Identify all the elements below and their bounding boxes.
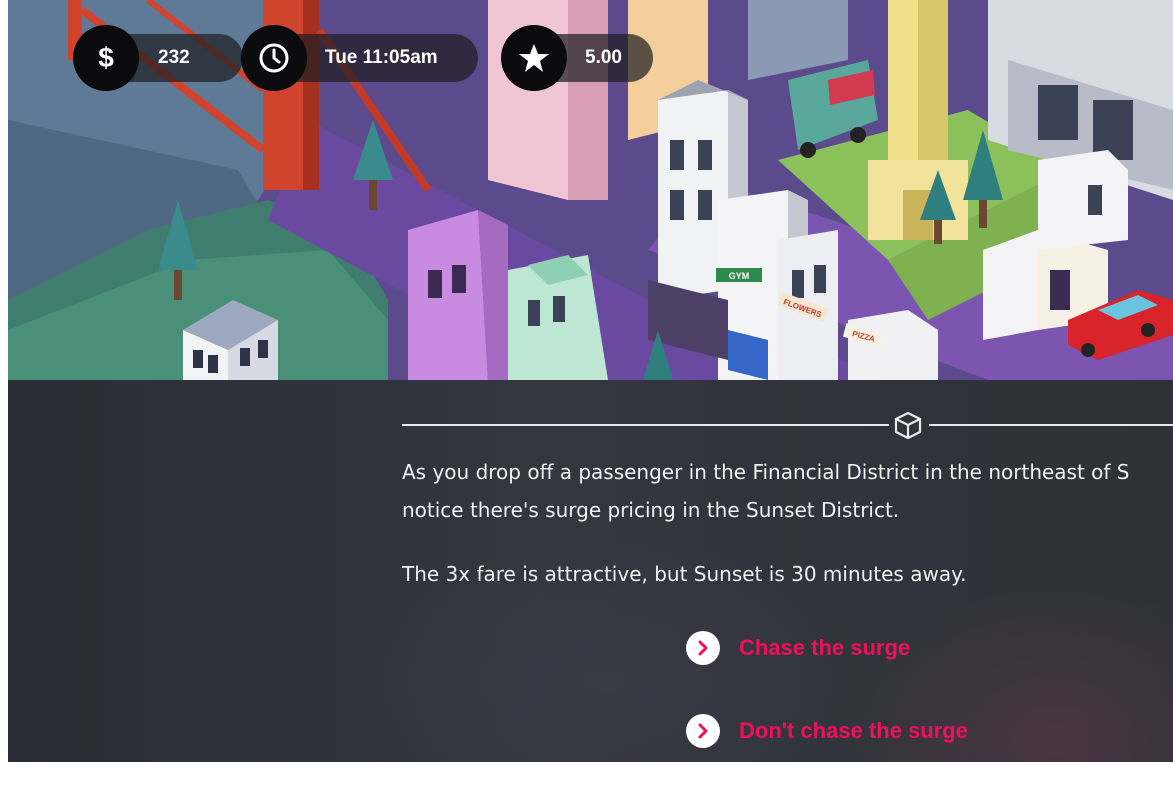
money-badge: $ xyxy=(73,25,139,91)
dollar-icon: $ xyxy=(98,42,114,73)
story-paragraph-1-line-2: notice there's surge pricing in the Suns… xyxy=(402,498,900,522)
choice-label[interactable]: Chase the surge xyxy=(739,635,910,661)
time-badge xyxy=(241,25,307,91)
story-paragraph-1-line-1: As you drop off a passenger in the Finan… xyxy=(402,460,1130,484)
clock-icon xyxy=(259,43,289,73)
gym-sign-text: GYM xyxy=(729,271,750,281)
game-stage: GYM FLOWERS PIZZA $ 232 Tue 11:05am 5.00… xyxy=(8,0,1173,762)
choice-chase-surge[interactable]: Chase the surge xyxy=(686,630,910,666)
story-paragraph-2: The 3x fare is attractive, but Sunset is… xyxy=(402,562,967,586)
choice-dont-chase-surge[interactable]: Don't chase the surge xyxy=(686,713,968,749)
rating-value: 5.00 xyxy=(585,47,622,68)
choice-label[interactable]: Don't chase the surge xyxy=(739,718,968,744)
money-value: 232 xyxy=(158,47,190,68)
time-value: Tue 11:05am xyxy=(325,47,438,68)
cube-icon xyxy=(894,411,922,440)
star-icon xyxy=(519,44,549,72)
rating-badge xyxy=(501,25,567,91)
chevron-right-icon[interactable] xyxy=(686,631,720,665)
chevron-right-icon[interactable] xyxy=(686,714,720,748)
gym-sign: GYM xyxy=(716,268,762,282)
divider-left xyxy=(402,424,889,426)
divider-right xyxy=(929,424,1173,426)
